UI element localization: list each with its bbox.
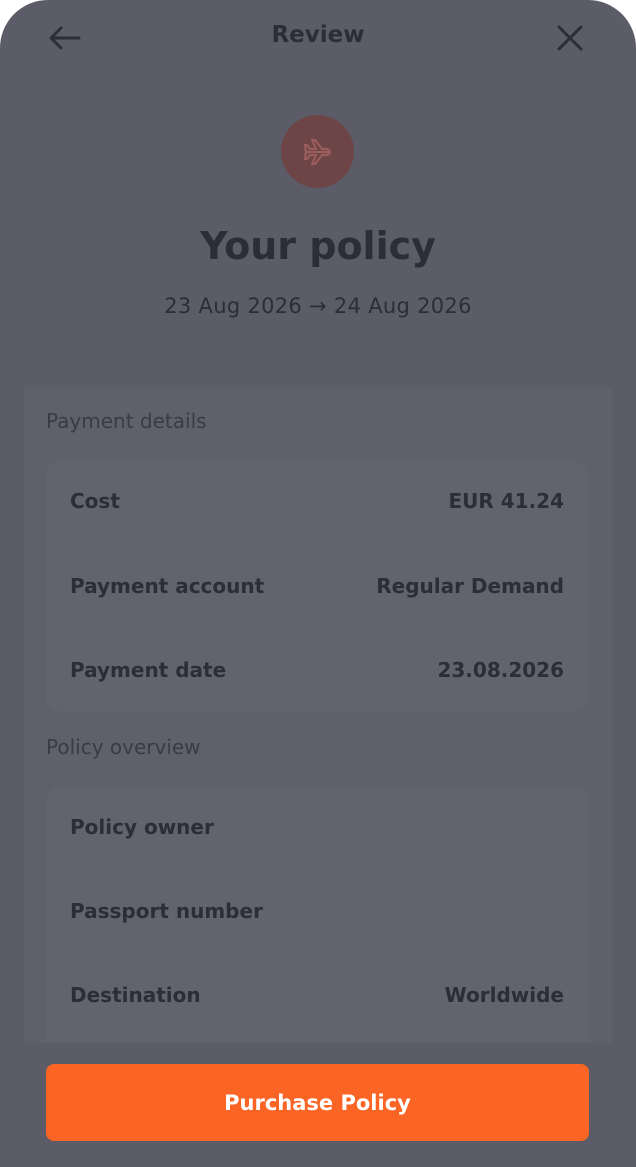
row-value: Regular Demand [376,574,564,598]
row-label: Cost [70,489,120,513]
policy-date-range: 23 Aug 2026 → 24 Aug 2026 [164,294,472,318]
row-label: Payment account [70,574,265,598]
row-value: 23.08.2026 [437,658,564,682]
payment-row-date: Payment date 23.08.2026 [70,650,564,690]
airplane-icon [303,138,331,165]
close-icon [557,25,583,51]
row-label: Policy owner [70,815,214,839]
policy-row-owner: Policy owner [70,807,564,847]
row-label: Destination [70,983,201,1007]
row-label: Passport number [70,899,263,923]
policy-row-passport: Passport number [70,891,564,931]
payment-row-account: Payment account Regular Demand [70,566,564,606]
policy-headline: Your policy [200,224,436,268]
top-bar: Review [0,0,636,74]
payment-details-label: Payment details [46,409,207,433]
payment-details-card: Cost EUR 41.24 Payment account Regular D… [46,461,588,711]
row-value: Worldwide [444,983,564,1007]
purchase-policy-button[interactable]: Purchase Policy [46,1064,589,1141]
row-label: Payment date [70,658,227,682]
policy-type-badge [281,115,354,188]
page-title: Review [271,22,365,48]
policy-overview-label: Policy overview [46,735,201,759]
close-button[interactable] [550,18,590,58]
row-value: EUR 41.24 [448,489,564,513]
review-screen: Review Your policy 23 Aug 2026 → 24 Aug … [0,0,636,1167]
policy-overview-card: Policy owner Passport number Destination… [46,787,588,1043]
payment-row-cost: Cost EUR 41.24 [70,481,564,521]
policy-row-destination: Destination Worldwide [70,975,564,1015]
